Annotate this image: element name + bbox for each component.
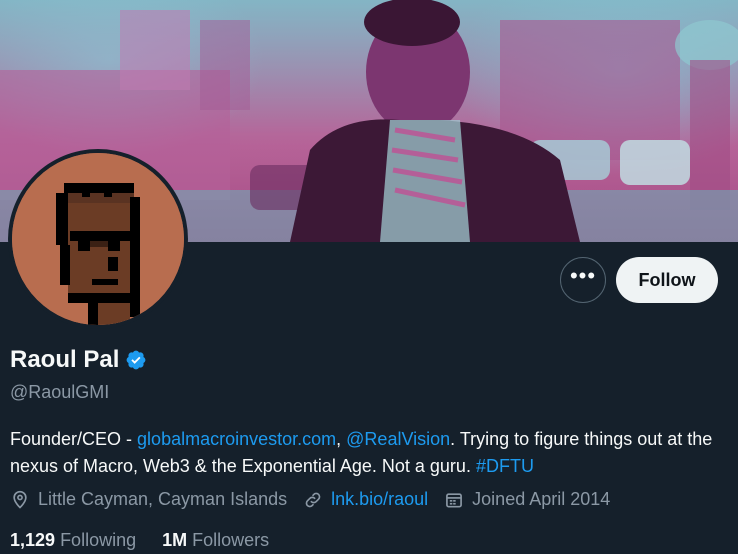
tower-right — [690, 60, 730, 210]
joined-text: Joined April 2014 — [472, 489, 611, 509]
bio-text-2: , — [336, 429, 347, 449]
following-count: 1,129 — [10, 530, 56, 550]
profile-bio: Founder/CEO - globalmacroinvestor.com, @… — [10, 426, 730, 480]
tower-left — [200, 20, 250, 110]
calendar-icon — [446, 492, 463, 507]
bio-link-hashtag[interactable]: #DFTU — [476, 456, 534, 476]
building-right — [500, 20, 680, 160]
following-link[interactable]: 1,129 Following — [10, 530, 136, 551]
display-name: Raoul Pal — [10, 346, 120, 373]
car-2 — [620, 140, 690, 185]
website-link[interactable]: lnk.bio/raoul — [331, 489, 428, 510]
followers-link[interactable]: 1M Followers — [162, 530, 269, 551]
joined-date: Joined April 2014 — [444, 489, 610, 510]
punk-avatar-art — [12, 153, 184, 325]
more-options-button[interactable]: ••• — [560, 257, 606, 303]
link-icon — [305, 492, 321, 507]
user-handle: @RaoulGMI — [10, 382, 110, 402]
more-icon: ••• — [569, 263, 597, 288]
followers-label: Followers — [192, 530, 270, 550]
bio-link-mention[interactable]: @RealVision — [346, 429, 450, 449]
location: Little Cayman, Cayman Islands — [10, 489, 287, 510]
dome-left — [120, 10, 190, 90]
bio-text-1: Founder/CEO - — [10, 429, 138, 449]
website: lnk.bio/raoul — [303, 489, 428, 510]
person-hair — [364, 0, 460, 46]
bio-link-website[interactable]: globalmacroinvestor.com — [137, 429, 336, 449]
followers-count: 1M — [162, 530, 188, 550]
location-pin-icon — [13, 490, 27, 509]
avatar[interactable] — [8, 149, 188, 329]
follow-button[interactable]: Follow — [616, 257, 718, 303]
following-label: Following — [60, 530, 137, 550]
verified-badge-icon[interactable] — [125, 349, 147, 371]
follow-stats: 1,129 Following 1M Followers — [10, 530, 295, 551]
avatar-image — [12, 153, 184, 325]
location-text: Little Cayman, Cayman Islands — [38, 489, 288, 509]
name-row: Raoul Pal — [10, 346, 147, 374]
profile-meta: Little Cayman, Cayman Islands lnk.bio/ra… — [10, 489, 626, 510]
